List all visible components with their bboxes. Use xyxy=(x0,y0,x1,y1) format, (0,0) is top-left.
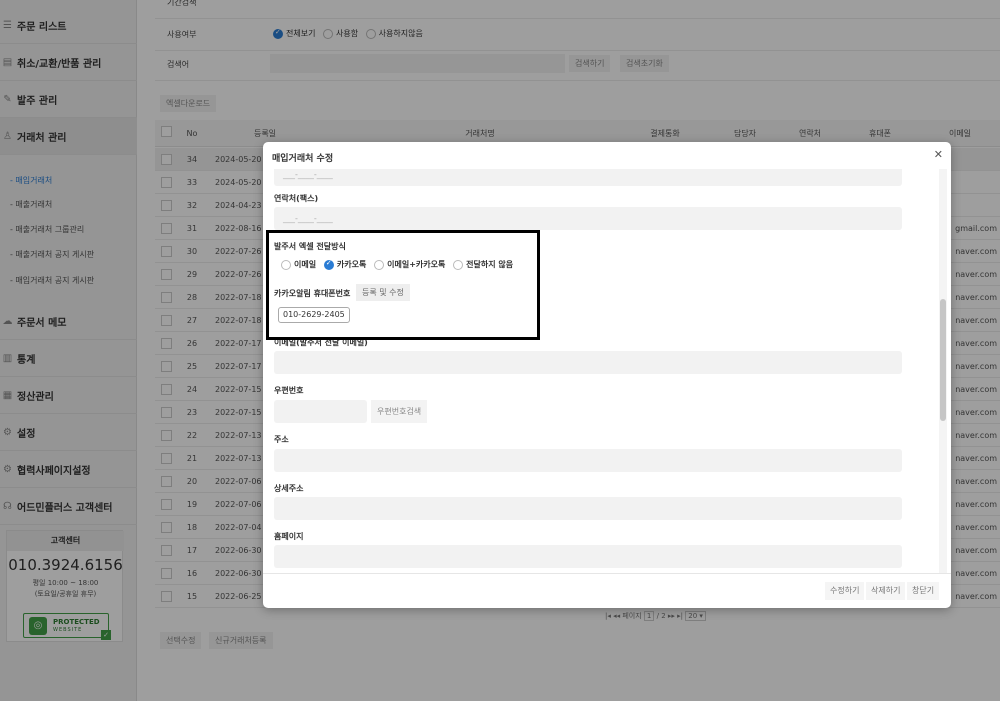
phone-input[interactable]: ___-____-____ xyxy=(274,169,902,186)
address-input[interactable] xyxy=(274,449,902,472)
homepage-input[interactable] xyxy=(274,545,902,568)
email-input[interactable] xyxy=(274,351,902,374)
detail-address-label: 상세주소 xyxy=(274,484,304,493)
address-label: 주소 xyxy=(274,435,289,444)
fax-label: 연락처(팩스) xyxy=(274,194,319,203)
zip-search-button[interactable]: 우편번호검색 xyxy=(371,400,428,423)
modal-scrollbar[interactable] xyxy=(939,169,947,573)
detail-address-input[interactable] xyxy=(274,497,902,520)
delete-button[interactable]: 삭제하기 xyxy=(866,582,906,600)
fax-input[interactable]: ___-____-____ xyxy=(274,207,902,230)
close-icon[interactable]: ✕ xyxy=(934,148,943,161)
zip-input[interactable] xyxy=(274,400,367,423)
homepage-label: 홈페이지 xyxy=(274,532,304,541)
zip-label: 우편번호 xyxy=(274,386,304,395)
modal-footer: 수정하기 삭제하기 창닫기 xyxy=(263,573,951,608)
close-window-button[interactable]: 창닫기 xyxy=(907,582,940,600)
modal-title: 매입거래처 수정 xyxy=(272,154,334,164)
scrollbar-thumb[interactable] xyxy=(940,299,946,421)
edit-purchase-partner-modal: 매입거래처 수정 ✕ ___-____-____ 연락처(팩스) ___-___… xyxy=(263,142,951,608)
update-button[interactable]: 수정하기 xyxy=(825,582,865,600)
highlight-annotation-box xyxy=(266,230,540,340)
